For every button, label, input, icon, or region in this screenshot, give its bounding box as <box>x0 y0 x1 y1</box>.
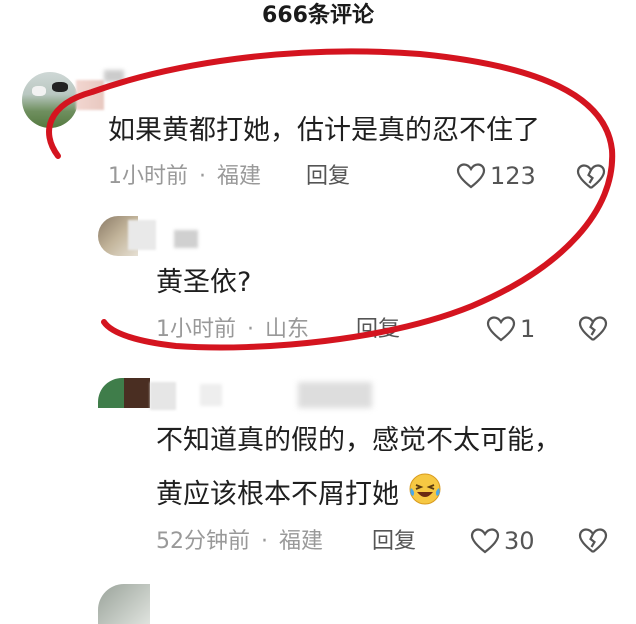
like-count: 123 <box>490 162 536 190</box>
avatar[interactable] <box>22 72 78 128</box>
reply-button[interactable]: 回复 <box>372 528 416 556</box>
username-redacted <box>298 382 372 408</box>
reply-button[interactable]: 回复 <box>306 163 350 191</box>
like-button[interactable]: 123 <box>456 162 536 190</box>
dislike-button[interactable] <box>578 315 608 343</box>
avatar[interactable] <box>98 584 150 624</box>
username-redacted <box>174 230 198 248</box>
avatar[interactable] <box>98 378 150 408</box>
comment-location: 福建 <box>217 164 262 189</box>
comment-meta: 52分钟前 · 福建 <box>156 528 323 556</box>
comment-text-line: 黄应该根本不屑打她 <box>156 472 442 519</box>
like-count: 30 <box>504 527 535 555</box>
username-redacted <box>200 384 222 406</box>
username-redacted <box>104 70 124 82</box>
comment-text: 黄圣依? <box>156 267 252 298</box>
heart-outline-icon <box>470 527 500 555</box>
comment-time: 1小时前 <box>108 164 188 189</box>
dislike-button[interactable] <box>578 527 608 555</box>
laughing-tears-emoji <box>408 472 442 519</box>
comment-time: 1小时前 <box>156 317 236 342</box>
username-redacted <box>128 220 156 250</box>
meta-separator: · <box>199 164 206 189</box>
comment-location: 山东 <box>265 317 310 342</box>
comment-count-title: 666条评论 <box>262 3 374 28</box>
like-count: 1 <box>520 315 536 343</box>
comment-count-header: 666条评论 <box>0 0 636 32</box>
dislike-button[interactable] <box>576 163 606 191</box>
username-redacted <box>150 382 176 410</box>
meta-separator: · <box>261 529 268 554</box>
like-button[interactable]: 30 <box>470 527 535 555</box>
comment-location: 福建 <box>279 529 324 554</box>
broken-heart-icon <box>576 163 606 191</box>
comment-meta: 1小时前 · 福建 <box>108 163 261 191</box>
broken-heart-icon <box>578 315 608 343</box>
broken-heart-icon <box>578 527 608 555</box>
comment-text-line-2: 黄应该根本不屑打她 <box>156 479 399 510</box>
reply-button[interactable]: 回复 <box>356 316 400 344</box>
like-button[interactable]: 1 <box>486 315 535 343</box>
comment-text: 如果黄都打她，估计是真的忍不住了 <box>108 115 540 146</box>
meta-separator: · <box>247 317 254 342</box>
heart-outline-icon <box>456 162 486 190</box>
heart-outline-icon <box>486 315 516 343</box>
comment-time: 52分钟前 <box>156 529 250 554</box>
username-redacted <box>76 80 104 110</box>
comment-meta: 1小时前 · 山东 <box>156 316 309 344</box>
comment-text-line: 不知道真的假的，感觉不太可能， <box>156 425 561 456</box>
